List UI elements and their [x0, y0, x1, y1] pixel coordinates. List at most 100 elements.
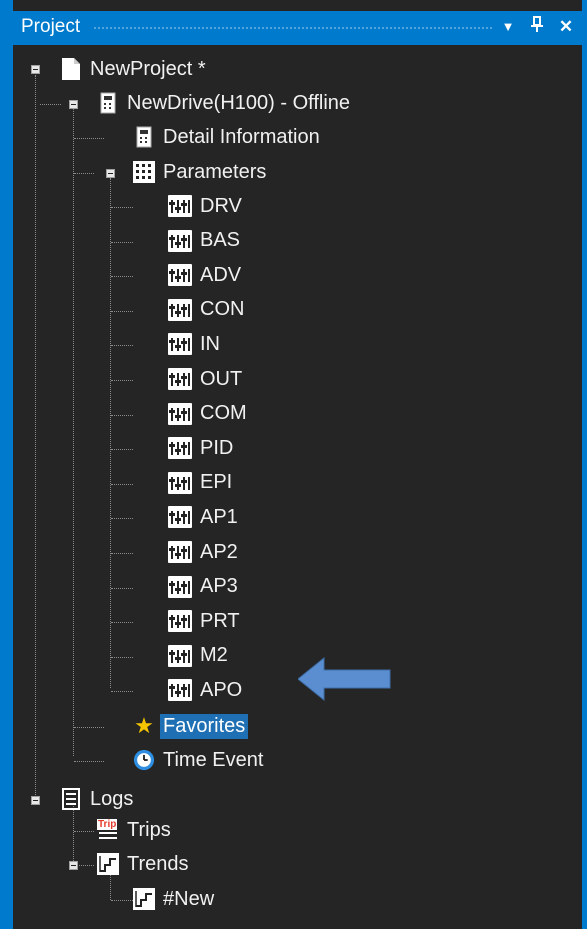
detail-info-icon [133, 126, 155, 148]
parameter-group-ap1[interactable]: AP1 [168, 502, 238, 532]
parameter-group-icon [168, 264, 192, 287]
parameter-group-con[interactable]: CON [168, 295, 244, 325]
tree-line [111, 310, 133, 312]
tree-line [110, 178, 111, 688]
dropdown-icon[interactable]: ▼ [495, 14, 521, 40]
new-trend-label: #New [163, 887, 215, 910]
tree-node-detail[interactable]: Detail Information [133, 122, 320, 152]
tree-line [111, 449, 133, 451]
tree-node-favorites[interactable]: ★ Favorites [133, 711, 249, 741]
tree-line [111, 691, 133, 693]
parameter-group-ap2[interactable]: AP2 [168, 537, 238, 567]
parameter-group-label: OUT [200, 367, 243, 390]
parameter-group-m2[interactable]: M2 [168, 641, 228, 671]
logs-label: Logs [90, 787, 134, 810]
drive-expander[interactable] [69, 100, 78, 109]
trends-label: Trends [127, 852, 189, 875]
tree-line [111, 276, 133, 278]
parameter-group-drv[interactable]: DRV [168, 191, 242, 221]
parameter-group-icon [168, 610, 192, 633]
tree-node-new-trend[interactable]: #New [133, 884, 214, 914]
parameter-group-epi[interactable]: EPI [168, 468, 232, 498]
parameter-group-bas[interactable]: BAS [168, 226, 240, 256]
parameter-group-icon [168, 541, 192, 563]
tree-node-parameters[interactable]: Parameters [133, 157, 266, 187]
trip-icon-text: Trip [97, 819, 118, 830]
tree-line [111, 207, 133, 208]
tree-line [73, 109, 74, 756]
parameter-group-icon [168, 298, 192, 321]
parameter-group-icon [168, 437, 192, 460]
tree-line [35, 75, 36, 801]
parameter-group-prt[interactable]: PRT [168, 606, 240, 636]
parameter-group-label: BAS [200, 229, 241, 252]
parameter-group-label: IN [200, 332, 220, 355]
parameter-group-label: CON [200, 298, 245, 321]
tree-line [74, 761, 104, 762]
detail-label: Detail Information [163, 125, 320, 148]
parameters-label: Parameters [163, 160, 267, 183]
panel-titlebar: Project ▼ ✕ [13, 11, 582, 45]
trip-icon: Trip [97, 819, 119, 841]
parameter-group-out[interactable]: OUT [168, 364, 242, 394]
parameter-group-icon [168, 195, 192, 217]
tree-line [74, 831, 94, 832]
drive-icon [97, 92, 119, 114]
parameter-group-label: AP3 [200, 575, 238, 598]
drive-label: NewDrive(H100) - Offline [127, 91, 351, 114]
parameter-group-icon [168, 506, 192, 529]
trends-expander[interactable] [69, 861, 78, 870]
tree-node-time-event[interactable]: Time Event [133, 745, 263, 775]
close-icon[interactable]: ✕ [553, 14, 579, 40]
parameter-group-label: PID [200, 436, 234, 459]
parameter-group-label: EPI [200, 471, 233, 494]
logs-expander[interactable] [31, 796, 40, 805]
star-icon: ★ [134, 713, 154, 738]
left-border [0, 0, 13, 929]
arrow-annotation [298, 656, 391, 702]
time-event-label: Time Event [163, 748, 264, 771]
tree-node-trends[interactable]: Trends [97, 849, 189, 879]
tree-line [74, 727, 104, 728]
project-expander[interactable] [31, 65, 40, 74]
clock-icon [133, 749, 155, 771]
trend-chart-icon [133, 888, 155, 910]
tree-line [111, 518, 133, 520]
titlebar-grip [93, 26, 493, 31]
favorites-label: Favorites [160, 713, 249, 739]
document-icon [60, 58, 82, 80]
parameters-expander[interactable] [106, 169, 115, 178]
parameter-group-apo[interactable]: APO [168, 675, 242, 705]
tree-line [111, 414, 133, 416]
tree-node-trips[interactable]: Trip Trips [97, 815, 171, 845]
logs-icon [60, 788, 82, 810]
tree-node-logs[interactable]: Logs [60, 784, 133, 814]
parameter-group-in[interactable]: IN [168, 329, 220, 359]
tree-line [111, 587, 133, 589]
parameter-group-label: AP2 [200, 540, 238, 563]
parameter-group-icon [168, 679, 192, 702]
tree-line [111, 483, 133, 485]
tree-line [40, 104, 61, 105]
parameter-group-ap3[interactable]: AP3 [168, 572, 238, 602]
parameter-group-icon [168, 333, 192, 356]
tree-line [111, 656, 133, 658]
parameter-group-icon [168, 229, 192, 252]
tree-node-project[interactable]: NewProject * [60, 54, 206, 84]
parameter-group-label: PRT [200, 609, 240, 632]
parameter-group-icon [168, 402, 192, 425]
parameter-group-icon [168, 368, 192, 390]
parameter-group-icon [168, 471, 192, 494]
project-label: NewProject * [90, 57, 206, 80]
parameter-group-pid[interactable]: PID [168, 433, 233, 463]
tree-line [111, 553, 133, 554]
tree-node-drive[interactable]: NewDrive(H100) - Offline [97, 88, 350, 118]
parameter-group-icon [168, 644, 192, 667]
panel-title: Project [21, 16, 81, 37]
parameter-group-label: M2 [200, 644, 228, 667]
pin-icon[interactable] [524, 14, 550, 40]
parameter-group-adv[interactable]: ADV [168, 260, 241, 290]
parameter-group-label: APO [200, 678, 243, 701]
parameter-group-com[interactable]: COM [168, 399, 247, 429]
tree-line [74, 173, 94, 174]
